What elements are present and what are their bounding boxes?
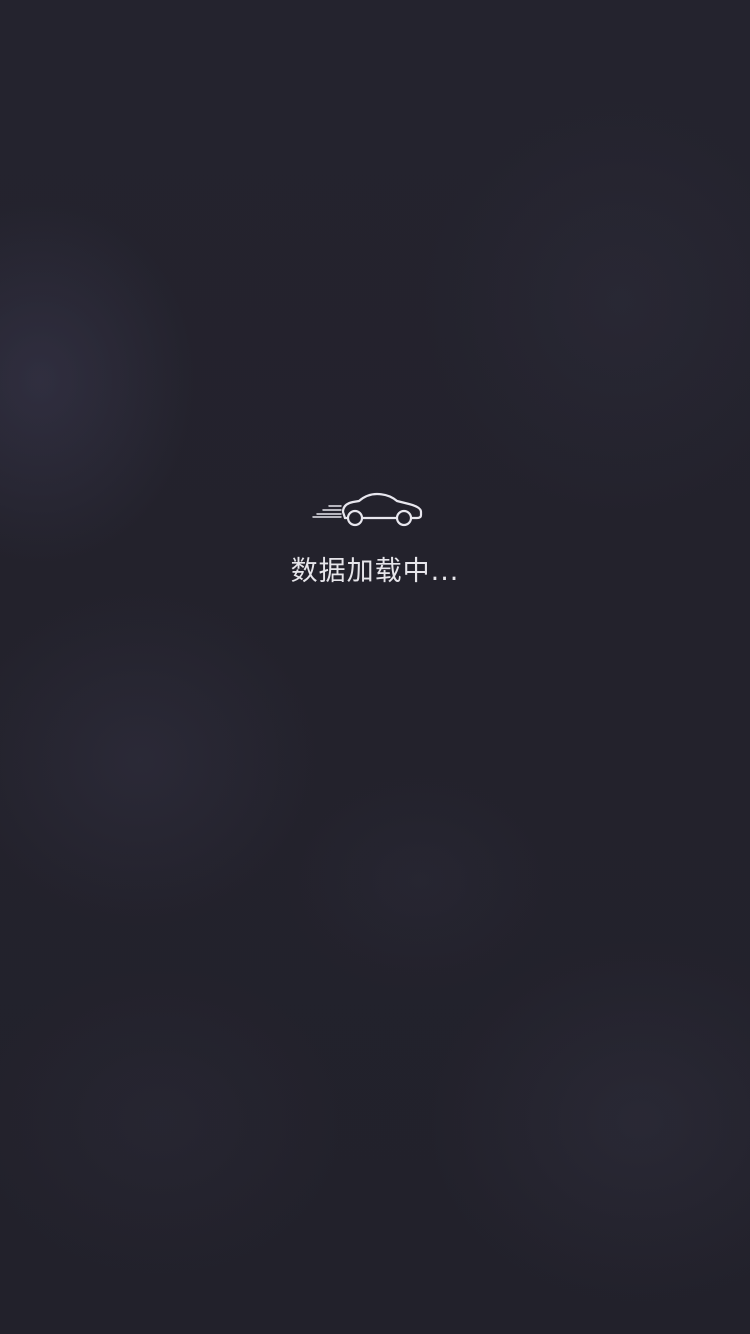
loading-indicator: 数据加载中...: [0, 484, 750, 588]
loading-text: 数据加载中...: [290, 556, 460, 587]
background: [0, 0, 750, 1334]
car-icon: [311, 484, 427, 530]
